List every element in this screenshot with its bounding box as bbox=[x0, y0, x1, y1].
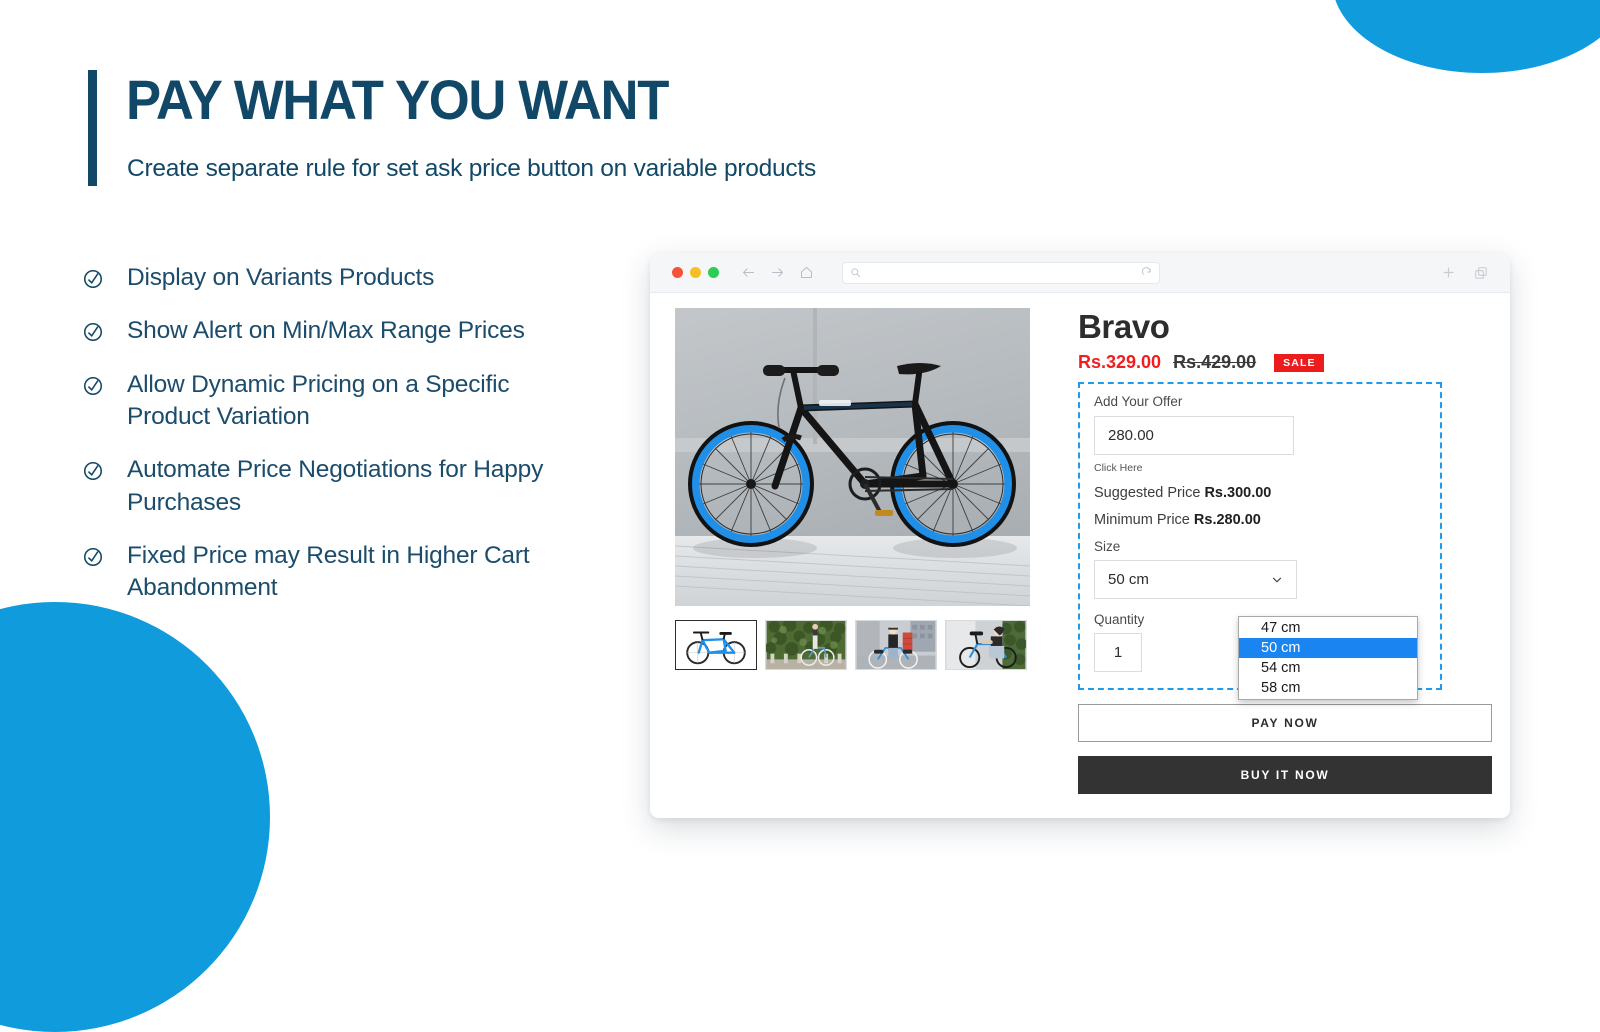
search-input[interactable] bbox=[861, 267, 1141, 278]
browser-toolbar-right[interactable] bbox=[1441, 265, 1496, 280]
copy-tabs-icon[interactable] bbox=[1474, 266, 1488, 280]
add-offer-label: Add Your Offer bbox=[1094, 394, 1183, 409]
list-item[interactable]: 47 cm bbox=[1239, 618, 1417, 638]
check-circle-icon bbox=[82, 375, 104, 397]
purchase-actions: PAY NOW BUY IT NOW bbox=[1078, 690, 1492, 794]
list-item: Automate Price Negotiations for Happy Pu… bbox=[82, 454, 642, 519]
check-circle-icon bbox=[82, 268, 104, 290]
list-item[interactable] bbox=[765, 620, 847, 670]
size-label: Size bbox=[1094, 539, 1121, 554]
list-item[interactable] bbox=[675, 620, 757, 670]
product-page: Bravo Rs.329.00 Rs.429.00 SALE Add Your … bbox=[650, 293, 1510, 794]
size-select-value: 50 cm bbox=[1108, 571, 1149, 588]
maximize-window-button[interactable] bbox=[708, 267, 719, 278]
window-controls[interactable] bbox=[672, 267, 719, 278]
list-item[interactable]: 50 cm bbox=[1239, 638, 1417, 658]
product-original-price: Rs.429.00 bbox=[1173, 352, 1257, 372]
minimum-price-row: Minimum Price Rs.280.00 bbox=[1094, 512, 1426, 528]
forward-arrow-icon[interactable] bbox=[770, 265, 785, 280]
click-here-link[interactable]: Click Here bbox=[1094, 462, 1426, 474]
list-item-label: Show Alert on Min/Max Range Prices bbox=[127, 317, 525, 345]
size-dropdown-list[interactable]: 47 cm 50 cm 54 cm 58 cm bbox=[1238, 616, 1418, 700]
list-item-label: Allow Dynamic Pricing on a Specific Prod… bbox=[127, 370, 510, 430]
thumbnail-strip[interactable] bbox=[675, 620, 1030, 670]
suggested-price-row: Suggested Price Rs.300.00 bbox=[1094, 485, 1426, 501]
buy-it-now-button[interactable]: BUY IT NOW bbox=[1078, 756, 1492, 794]
list-item[interactable]: 54 cm bbox=[1239, 658, 1417, 678]
product-gallery bbox=[675, 308, 1030, 794]
product-price-row: Rs.329.00 Rs.429.00 SALE bbox=[1078, 352, 1492, 373]
list-item-label: Fixed Price may Result in Higher Cart Ab… bbox=[127, 541, 530, 602]
list-item: Allow Dynamic Pricing on a Specific Prod… bbox=[82, 369, 642, 434]
list-item-label: Automate Price Negotiations for Happy Pu… bbox=[127, 456, 544, 516]
reload-icon[interactable] bbox=[1141, 267, 1152, 278]
back-arrow-icon[interactable] bbox=[741, 265, 756, 280]
offer-amount-input[interactable] bbox=[1094, 416, 1294, 455]
check-circle-icon bbox=[82, 460, 104, 482]
list-item-label: Display on Variants Products bbox=[127, 264, 435, 291]
home-icon[interactable] bbox=[799, 265, 814, 280]
plus-icon[interactable] bbox=[1441, 265, 1456, 280]
page-title: PAY WHAT YOU WANT bbox=[126, 68, 669, 131]
status-badge: SALE bbox=[1274, 353, 1324, 372]
list-item[interactable] bbox=[855, 620, 937, 670]
minimum-price-value: Rs.280.00 bbox=[1193, 512, 1261, 528]
size-select[interactable]: 50 cm bbox=[1094, 560, 1297, 599]
browser-toolbar bbox=[650, 253, 1510, 293]
minimize-window-button[interactable] bbox=[690, 267, 701, 278]
product-hero-image[interactable] bbox=[675, 308, 1030, 606]
marketing-left-column: PAY WHAT YOU WANT Create separate rule f… bbox=[0, 0, 816, 900]
suggested-price-value: Rs.300.00 bbox=[1204, 485, 1272, 501]
list-item[interactable]: 58 cm bbox=[1239, 678, 1417, 698]
browser-nav-buttons[interactable] bbox=[741, 265, 814, 280]
product-title: Bravo bbox=[1078, 308, 1170, 345]
product-details: Bravo Rs.329.00 Rs.429.00 SALE Add Your … bbox=[1030, 308, 1492, 794]
page-subtitle: Create separate rule for set ask price b… bbox=[127, 155, 816, 182]
address-bar[interactable] bbox=[842, 261, 1160, 284]
title-accent-bar bbox=[88, 70, 97, 186]
decorative-blob-top-right bbox=[1332, 0, 1600, 73]
list-item[interactable] bbox=[945, 620, 1027, 670]
search-icon bbox=[850, 267, 861, 278]
feature-list: Display on Variants Products Show Alert … bbox=[82, 262, 642, 626]
chevron-down-icon bbox=[1270, 573, 1284, 587]
list-item: Show Alert on Min/Max Range Prices bbox=[82, 315, 642, 347]
product-sale-price: Rs.329.00 bbox=[1078, 352, 1162, 372]
check-circle-icon bbox=[82, 546, 104, 568]
browser-window-mockup: Bravo Rs.329.00 Rs.429.00 SALE Add Your … bbox=[650, 253, 1510, 818]
list-item: Fixed Price may Result in Higher Cart Ab… bbox=[82, 540, 642, 605]
check-circle-icon bbox=[82, 321, 104, 343]
quantity-stepper[interactable] bbox=[1094, 633, 1142, 672]
list-item: Display on Variants Products bbox=[82, 262, 642, 294]
minimum-price-label: Minimum Price bbox=[1094, 512, 1190, 528]
suggested-price-label: Suggested Price bbox=[1094, 485, 1201, 501]
close-window-button[interactable] bbox=[672, 267, 683, 278]
pay-now-button[interactable]: PAY NOW bbox=[1078, 704, 1492, 742]
